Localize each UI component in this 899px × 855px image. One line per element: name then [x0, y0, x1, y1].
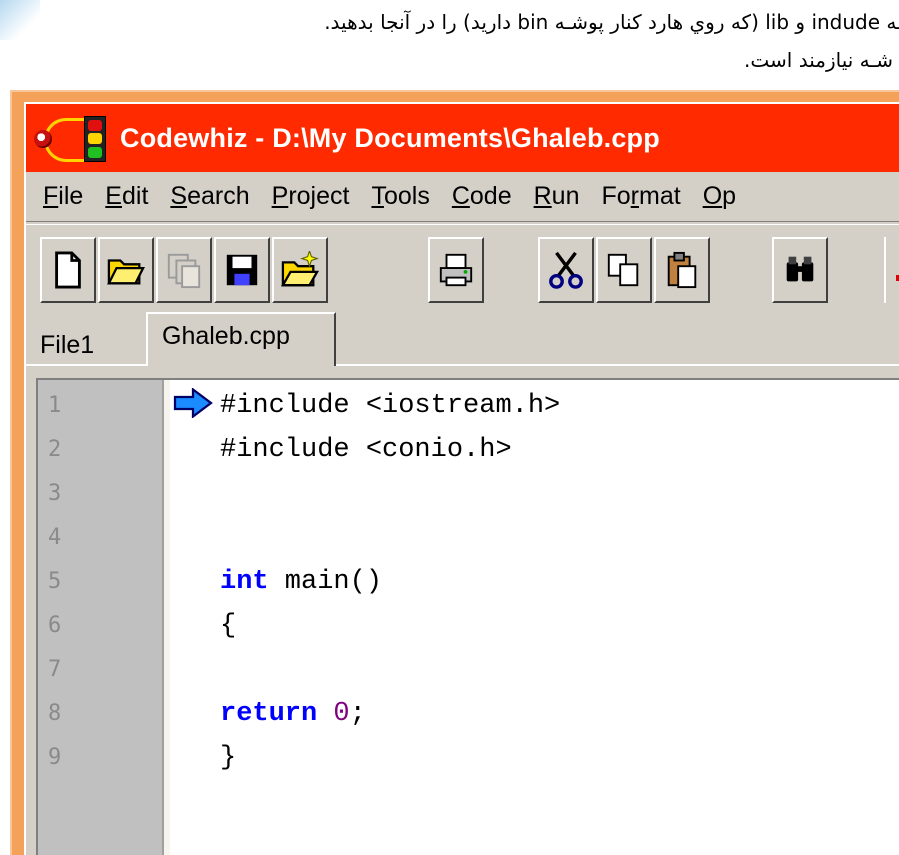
current-line-arrow-icon: [173, 388, 213, 418]
open-folder-icon: [107, 259, 145, 285]
menu-format-pre: Fo: [601, 182, 631, 210]
caption-line-1: ـه indude و lib (که روي هارد كنار پوشـه …: [324, 10, 899, 34]
code-line-8: return 0;: [220, 692, 366, 736]
menu-run[interactable]: Run: [527, 182, 595, 211]
tab-ghaleb-cpp[interactable]: Ghaleb.cpp: [146, 312, 336, 366]
codewhiz-window: Codewhiz - D:\My Documents\Ghaleb.cpp Fi…: [10, 90, 899, 855]
menu-options-rest: p: [722, 182, 737, 210]
find-icon: [786, 256, 814, 282]
menu-format-mnemonic: r: [630, 182, 639, 210]
code-text: main(): [268, 567, 383, 597]
menu-tools-rest: ools: [383, 182, 430, 210]
codewhiz-app-icon[interactable]: [26, 104, 118, 172]
print-icon: [439, 253, 473, 287]
menu-tools-mnemonic: T: [371, 182, 384, 210]
yellow-light: [88, 133, 102, 145]
menu-edit-rest: dit: [121, 182, 149, 210]
window-client: Codewhiz - D:\My Documents\Ghaleb.cpp Fi…: [24, 102, 899, 855]
copy-icon: [607, 253, 639, 287]
line-number: 1: [48, 393, 62, 418]
tab-file1[interactable]: File1: [26, 324, 146, 366]
menu-code-mnemonic: C: [451, 182, 470, 210]
line-number: 3: [48, 481, 62, 506]
menu-format-rest: mat: [639, 182, 681, 210]
toolbar-overflow-button[interactable]: [884, 237, 899, 303]
menu-file[interactable]: File: [36, 182, 98, 211]
caption-line-2: شـه نيازمند است.: [744, 48, 893, 72]
menu-search-mnemonic: S: [170, 182, 188, 210]
menu-edit[interactable]: Edit: [98, 182, 163, 211]
menu-code-rest: ode: [469, 182, 512, 210]
copy-files-button[interactable]: [156, 237, 212, 303]
toolbar-file-group: [40, 237, 330, 303]
copy-files-icon: [167, 253, 201, 289]
code-line-1: #include <iostream.h>: [220, 391, 561, 421]
green-light: [88, 146, 102, 158]
new-file-icon: [55, 251, 81, 289]
code-line-5: int main(): [220, 560, 382, 604]
find-button[interactable]: [772, 237, 828, 303]
toolbar-edit-group: [538, 237, 712, 303]
print-button[interactable]: [428, 237, 484, 303]
menu-bar: File Edit Search Project Tools Code Run …: [26, 172, 899, 222]
menu-file-rest: ile: [58, 182, 84, 210]
line-number: 2: [48, 437, 62, 462]
red-light: [88, 120, 102, 132]
menu-options-mnemonic: O: [702, 182, 723, 210]
menu-run-rest: un: [551, 182, 580, 210]
menu-project-rest: roject: [288, 182, 350, 210]
toolbar: [26, 224, 899, 310]
traffic-light-icon: [84, 116, 106, 162]
save-icon: [226, 254, 258, 286]
keyword: int: [220, 567, 269, 597]
line-number-gutter: 1 2 3 4 5 6 7 8 9: [38, 380, 164, 855]
line-number: 4: [48, 525, 62, 550]
menu-code[interactable]: Code: [445, 182, 527, 211]
menu-run-mnemonic: R: [533, 182, 552, 210]
menu-format[interactable]: Format: [594, 182, 695, 211]
menu-tools[interactable]: Tools: [364, 182, 444, 211]
toolbar-find-group: [772, 237, 830, 303]
gutter-edge: [164, 380, 170, 855]
menu-edit-mnemonic: E: [105, 182, 122, 210]
new-file-button[interactable]: [40, 237, 96, 303]
new-project-icon: [281, 251, 319, 287]
menu-search-rest: earch: [187, 182, 250, 210]
number-literal: 0: [333, 699, 350, 729]
save-button[interactable]: [214, 237, 270, 303]
line-number: 8: [48, 701, 62, 726]
title-bar[interactable]: Codewhiz - D:\My Documents\Ghaleb.cpp: [26, 104, 899, 172]
code-text: ;: [349, 699, 366, 729]
code-line-9: }: [220, 743, 237, 773]
code-editor[interactable]: 1 2 3 4 5 6 7 8 9 #include <iostream.h> …: [36, 378, 899, 855]
menu-options[interactable]: Op: [696, 182, 751, 211]
code-line-6: {: [220, 611, 237, 641]
cut-button[interactable]: [538, 237, 594, 303]
menu-file-mnemonic: F: [43, 182, 59, 210]
copy-button[interactable]: [596, 237, 652, 303]
line-number: 9: [48, 745, 62, 770]
file-tabs: File1 Ghaleb.cpp: [26, 310, 899, 366]
menu-project-mnemonic: P: [271, 182, 289, 210]
line-number: 7: [48, 657, 62, 682]
keyword: return: [220, 699, 318, 729]
menu-project[interactable]: Project: [265, 182, 365, 211]
window-title: Codewhiz - D:\My Documents\Ghaleb.cpp: [120, 122, 660, 153]
new-project-button[interactable]: [272, 237, 328, 303]
icon-eye: [34, 130, 52, 148]
cut-icon: [549, 251, 583, 289]
code-line-2: #include <conio.h>: [220, 435, 512, 465]
toolbar-print-group: [428, 237, 486, 303]
open-button[interactable]: [98, 237, 154, 303]
paste-icon: [667, 251, 697, 289]
line-number: 6: [48, 613, 62, 638]
line-number: 5: [48, 569, 62, 594]
corner-decoration: [0, 0, 40, 40]
paste-button[interactable]: [654, 237, 710, 303]
menu-search[interactable]: Search: [163, 182, 264, 211]
